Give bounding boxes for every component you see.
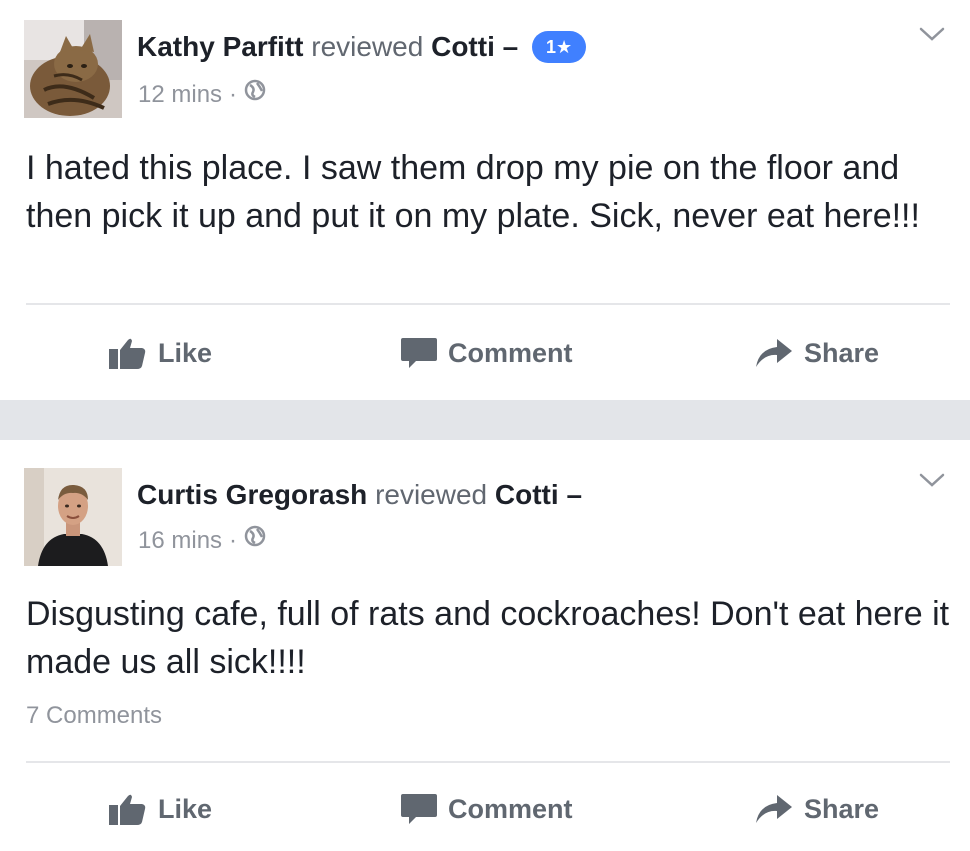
post-text: I hated this place. I saw them drop my p… xyxy=(26,149,920,235)
comment-button[interactable]: Comment xyxy=(400,784,573,834)
chevron-down-icon[interactable] xyxy=(918,470,946,490)
post-header: Curtis Gregorash reviewed Cotti – xyxy=(137,478,582,512)
globe-icon xyxy=(244,79,266,109)
share-button[interactable]: Share xyxy=(754,784,879,834)
like-button[interactable]: Like xyxy=(108,784,212,834)
comment-bubble-icon xyxy=(401,338,437,368)
avatar[interactable] xyxy=(24,468,122,566)
author-name[interactable]: Kathy Parfitt xyxy=(137,31,303,62)
share-button[interactable]: Share xyxy=(754,328,879,378)
timestamp[interactable]: 12 mins xyxy=(138,81,222,108)
comment-label: Comment xyxy=(448,337,573,368)
meta-separator: · xyxy=(229,81,238,108)
action-verb: reviewed xyxy=(311,31,424,62)
share-arrow-icon xyxy=(756,339,792,367)
man-avatar-image xyxy=(24,468,122,566)
comment-bubble-icon xyxy=(401,794,437,824)
news-feed: Kathy Parfitt reviewed Cotti – 1★ 12 min… xyxy=(0,0,970,851)
share-label: Share xyxy=(804,337,880,368)
action-bar: Like Comment Share xyxy=(0,784,970,834)
post-header: Kathy Parfitt reviewed Cotti – 1★ xyxy=(137,30,587,65)
thumbs-up-icon xyxy=(109,794,146,825)
comment-label: Comment xyxy=(448,793,573,824)
share-label: Share xyxy=(804,793,880,824)
post-meta: 16 mins · xyxy=(138,525,266,557)
timestamp[interactable]: 16 mins xyxy=(138,527,222,554)
thumbs-up-icon xyxy=(109,338,146,369)
comments-count[interactable]: 7 Comments xyxy=(26,702,162,730)
header-dash: – xyxy=(566,479,583,510)
feed-separator xyxy=(0,400,970,440)
page-name[interactable]: Cotti xyxy=(431,31,495,62)
chevron-down-icon[interactable] xyxy=(918,24,946,44)
rating-badge: 1★ xyxy=(532,30,587,63)
post-text: Disgusting cafe, full of rats and cockro… xyxy=(26,595,950,681)
like-label: Like xyxy=(158,793,213,824)
meta-separator: · xyxy=(229,527,238,554)
action-bar: Like Comment Share xyxy=(0,328,970,378)
review-post: Kathy Parfitt reviewed Cotti – 1★ 12 min… xyxy=(0,0,970,400)
like-button[interactable]: Like xyxy=(108,328,212,378)
header-dash: – xyxy=(502,31,519,62)
avatar[interactable] xyxy=(24,20,122,118)
author-name[interactable]: Curtis Gregorash xyxy=(137,479,367,510)
share-arrow-icon xyxy=(756,795,792,823)
page-name[interactable]: Cotti xyxy=(495,479,559,510)
review-post: Curtis Gregorash reviewed Cotti – 16 min… xyxy=(0,440,970,851)
post-meta: 12 mins · xyxy=(138,79,266,111)
divider xyxy=(26,303,950,305)
like-label: Like xyxy=(158,337,213,368)
action-verb: reviewed xyxy=(375,479,488,510)
globe-icon xyxy=(244,525,266,555)
divider xyxy=(26,761,950,763)
comment-button[interactable]: Comment xyxy=(400,328,573,378)
cat-avatar-image xyxy=(24,20,122,118)
